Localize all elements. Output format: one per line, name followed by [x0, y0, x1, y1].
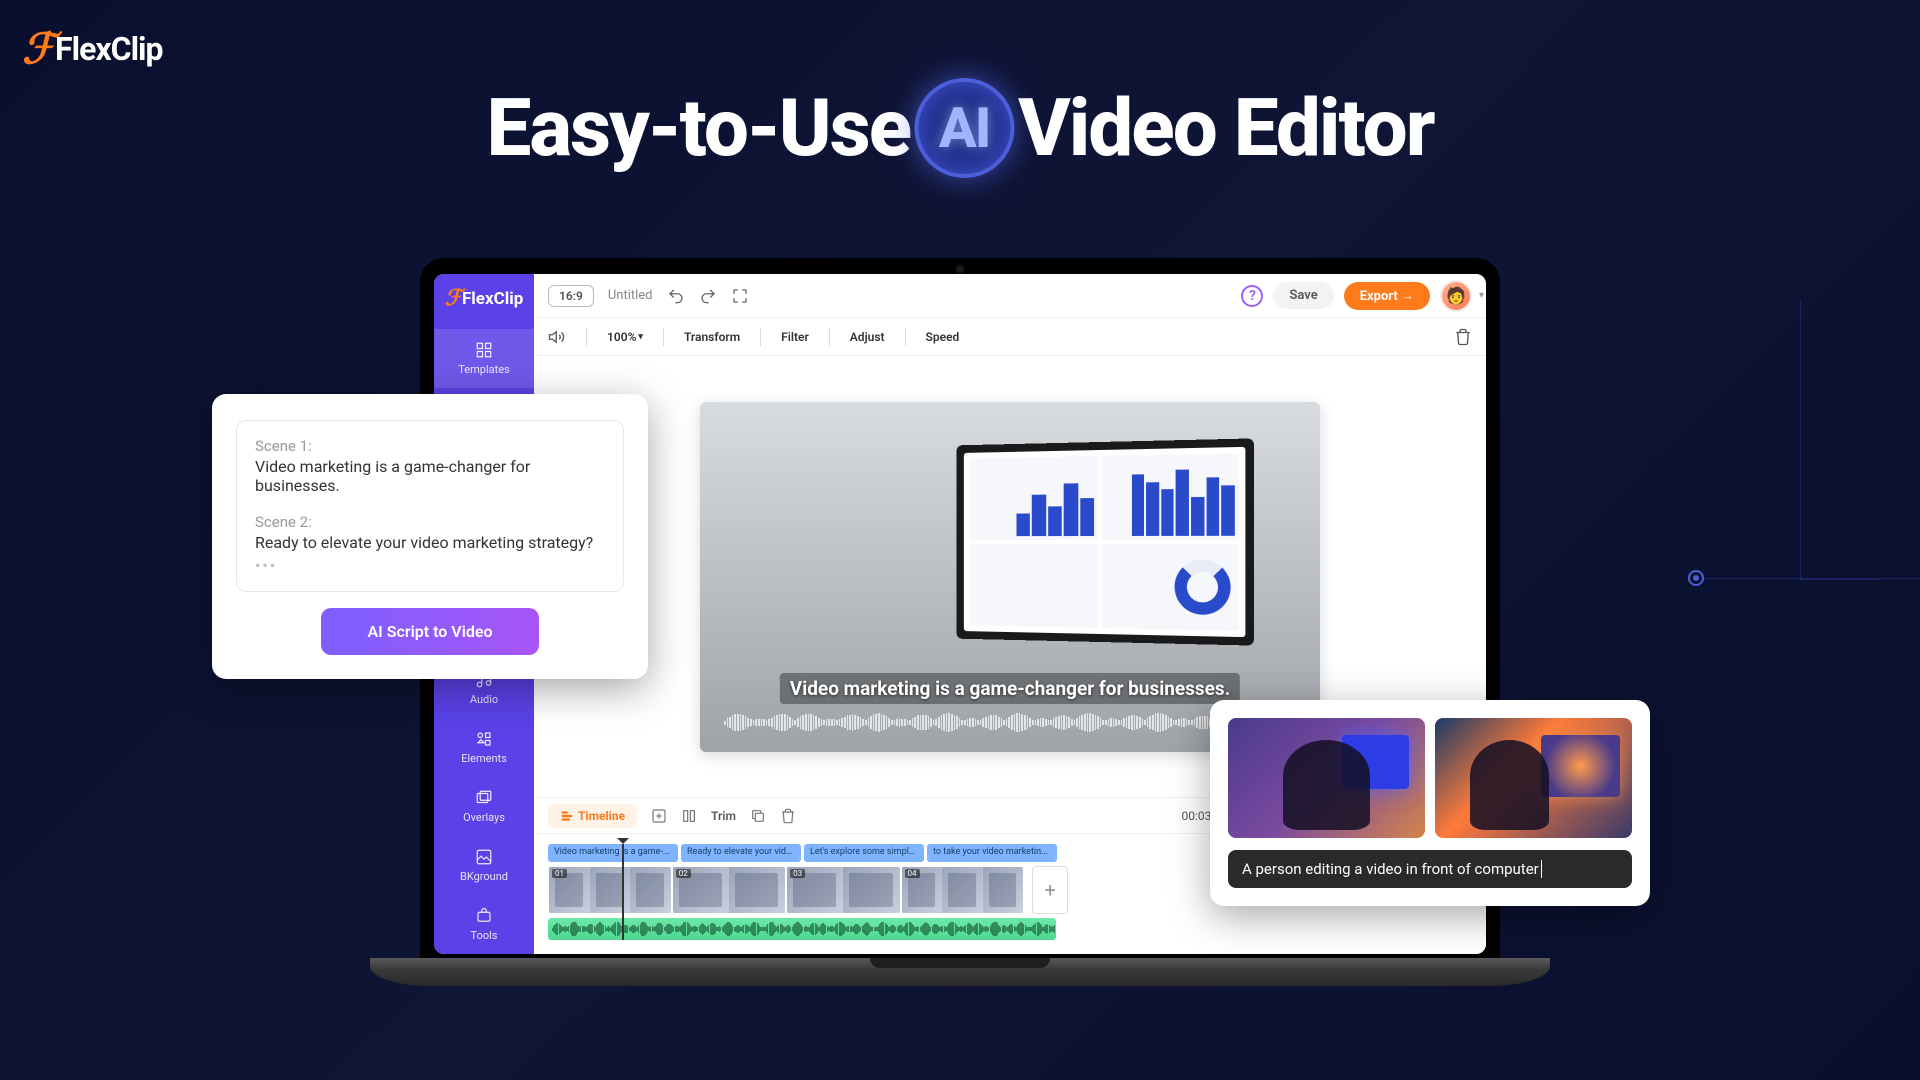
prompt-input[interactable]: A person editing a video in front of com…	[1228, 850, 1632, 888]
redo-icon[interactable]	[699, 287, 717, 305]
sidebar-item-label: Audio	[470, 693, 498, 706]
preview-caption: Video marketing is a game-changer for bu…	[780, 673, 1240, 704]
preview-content-laptop	[956, 438, 1253, 645]
brand-logo: ℱ FlexClip	[22, 24, 163, 74]
decor-line	[1704, 578, 1920, 579]
script-input-box[interactable]: Scene 1: Video marketing is a game-chang…	[236, 420, 624, 592]
tab-speed[interactable]: Speed	[926, 330, 960, 344]
text-clip[interactable]: to take your video marketin...	[927, 844, 1057, 862]
save-button[interactable]: Save	[1273, 282, 1333, 309]
delete-icon[interactable]	[1454, 328, 1472, 346]
timeline-icon	[560, 809, 574, 823]
tool-row: 100%▾ Transform Filter Adjust Speed	[534, 318, 1486, 356]
video-clip[interactable]: 02	[672, 866, 786, 914]
sidebar-item-background[interactable]: BKground	[434, 836, 534, 895]
trim-button[interactable]: Trim	[711, 809, 736, 823]
audio-track[interactable]	[548, 918, 1056, 940]
scene-text: Ready to elevate your video marketing st…	[255, 533, 605, 552]
ellipsis: •••	[255, 556, 605, 575]
split-icon[interactable]	[681, 808, 697, 824]
decor-dot	[1688, 570, 1704, 586]
generated-images	[1228, 718, 1632, 838]
sidebar-item-elements[interactable]: Elements	[434, 718, 534, 777]
tools-icon	[475, 907, 493, 925]
ai-script-to-video-button[interactable]: AI Script to Video	[321, 608, 538, 655]
scene-label: Scene 1:	[255, 437, 605, 455]
user-avatar[interactable]: 🧑	[1440, 280, 1472, 312]
aspect-ratio-selector[interactable]: 16:9	[548, 285, 594, 307]
decor-line	[1800, 300, 1880, 580]
ai-script-card: Scene 1: Video marketing is a game-chang…	[212, 394, 648, 679]
volume-icon[interactable]	[548, 328, 566, 346]
generated-image[interactable]	[1435, 718, 1632, 838]
sidebar-item-label: Templates	[458, 363, 509, 376]
generated-image[interactable]	[1228, 718, 1425, 838]
topbar: 16:9 Untitled ? Save Export → 🧑	[534, 274, 1486, 318]
fullscreen-icon[interactable]	[731, 287, 749, 305]
sidebar-item-label: Elements	[461, 752, 507, 765]
laptop-base	[370, 958, 1550, 986]
video-clip[interactable]: 03	[786, 866, 900, 914]
logo-mark: ℱ	[22, 24, 53, 74]
timeline-mode-button[interactable]: Timeline	[548, 804, 637, 828]
sidebar-item-templates[interactable]: Templates	[434, 329, 534, 388]
text-clip[interactable]: Video marketing is a game-...	[548, 844, 678, 862]
tab-adjust[interactable]: Adjust	[850, 330, 885, 344]
undo-icon[interactable]	[667, 287, 685, 305]
export-button[interactable]: Export →	[1344, 282, 1430, 310]
elements-icon	[475, 730, 493, 748]
sidebar-item-tools[interactable]: Tools	[434, 895, 534, 954]
tab-transform[interactable]: Transform	[684, 330, 740, 344]
delete-clip-icon[interactable]	[780, 808, 796, 824]
duplicate-icon[interactable]	[750, 808, 766, 824]
sidebar-item-label: Tools	[471, 929, 498, 942]
background-icon	[475, 848, 493, 866]
ai-badge: AI	[914, 78, 1014, 178]
add-clip-button[interactable]: +	[1032, 866, 1068, 914]
zoom-selector[interactable]: 100%▾	[607, 330, 643, 344]
video-clip[interactable]: 04	[901, 866, 1025, 914]
video-preview[interactable]: Video marketing is a game-changer for bu…	[700, 402, 1320, 752]
ai-image-prompt-card: A person editing a video in front of com…	[1210, 700, 1650, 906]
overlays-icon	[475, 789, 493, 807]
tab-filter[interactable]: Filter	[781, 330, 809, 344]
sidebar-item-label: Overlays	[463, 811, 505, 824]
video-track: 01 02 03 04 +	[548, 866, 1068, 914]
scene-label: Scene 2:	[255, 513, 605, 531]
sidebar-item-label: BKground	[460, 870, 508, 883]
sidebar-item-overlays[interactable]: Overlays	[434, 777, 534, 836]
text-clip[interactable]: Let's explore some simple y...	[804, 844, 924, 862]
prompt-text: A person editing a video in front of com…	[1242, 860, 1539, 878]
scene-text: Video marketing is a game-changer for bu…	[255, 457, 605, 495]
hero-post: Video Editor	[1018, 81, 1433, 175]
hero-title: Easy-to-Use AI Video Editor	[486, 78, 1433, 178]
add-track-icon[interactable]	[651, 808, 667, 824]
text-track: Video marketing is a game-... Ready to e…	[548, 844, 1068, 862]
templates-icon	[475, 341, 493, 359]
hero-pre: Easy-to-Use	[486, 81, 910, 175]
playhead[interactable]	[622, 844, 624, 940]
sidebar-logo: ℱFlexClip	[445, 274, 524, 329]
project-title[interactable]: Untitled	[608, 288, 653, 303]
help-button[interactable]: ?	[1241, 285, 1263, 307]
video-clip[interactable]: 01	[548, 866, 672, 914]
text-clip[interactable]: Ready to elevate your video...	[681, 844, 801, 862]
logo-text: FlexClip	[55, 30, 162, 68]
